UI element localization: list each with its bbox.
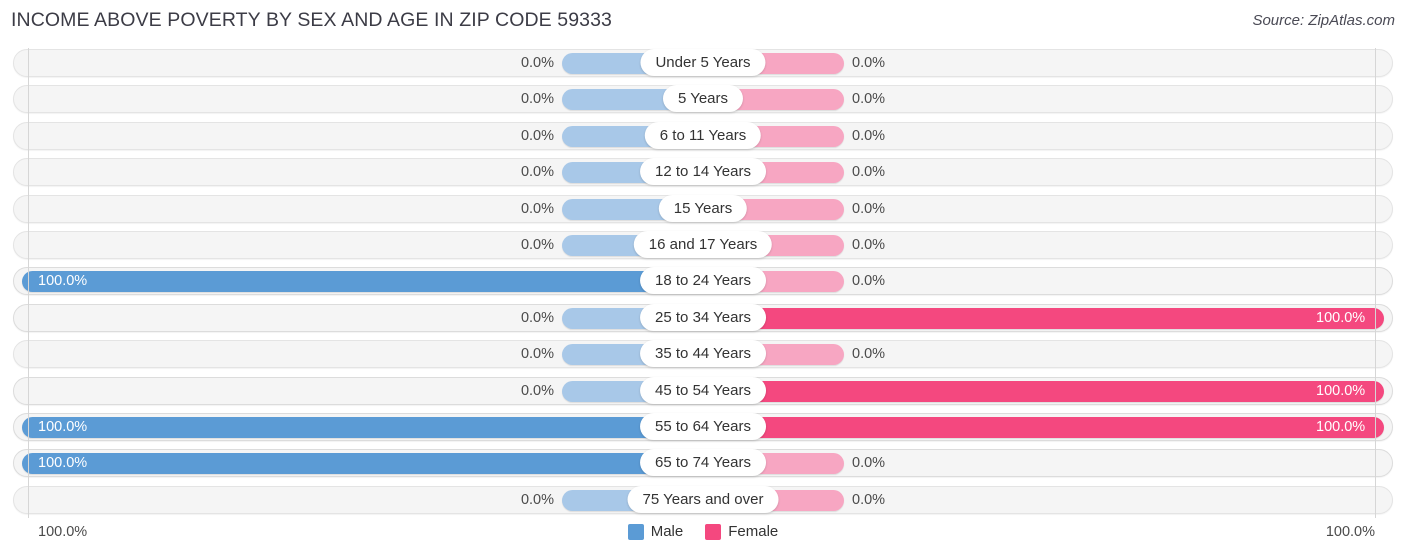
row-category-label: 45 to 54 Years: [640, 376, 766, 404]
female-color-swatch-icon: [705, 523, 722, 540]
female-bar[interactable]: [703, 416, 1384, 438]
chart-row: 100.0% 100.0% 55 to 64 Years: [0, 409, 1406, 445]
chart-row: 0.0% 0.0% 6 to 11 Years: [0, 118, 1406, 154]
female-value-label: 0.0%: [852, 91, 886, 108]
row-category-label: 5 Years: [662, 85, 744, 113]
row-category-label: 18 to 24 Years: [640, 267, 766, 295]
chart-row: 0.0% 0.0% 35 to 44 Years: [0, 336, 1406, 372]
male-value-label: 0.0%: [520, 127, 554, 144]
legend-label-female: Female: [728, 523, 779, 540]
chart-legend: Male Female: [0, 523, 1406, 540]
row-category-label: 65 to 74 Years: [640, 449, 766, 477]
male-bar[interactable]: [22, 271, 703, 293]
female-bar[interactable]: [703, 307, 1384, 329]
female-value-label: 0.0%: [852, 127, 886, 144]
male-value-label: 100.0%: [38, 273, 88, 290]
female-value-label: 0.0%: [852, 346, 886, 363]
row-category-label: 55 to 64 Years: [640, 412, 766, 440]
row-category-label: 25 to 34 Years: [640, 303, 766, 331]
row-category-label: 16 and 17 Years: [633, 230, 773, 258]
male-value-label: 0.0%: [520, 91, 554, 108]
chart-row: 0.0% 100.0% 25 to 34 Years: [0, 300, 1406, 336]
chart-row: 0.0% 0.0% 12 to 14 Years: [0, 154, 1406, 190]
legend-item-female[interactable]: Female: [705, 523, 778, 540]
chart-row: 0.0% 0.0% 5 Years: [0, 81, 1406, 117]
female-value-label: 0.0%: [852, 491, 886, 508]
male-value-label: 0.0%: [520, 200, 554, 217]
legend-label-male: Male: [650, 523, 684, 540]
chart-header: INCOME ABOVE POVERTY BY SEX AND AGE IN Z…: [0, 0, 1406, 42]
male-bar[interactable]: [22, 453, 703, 475]
row-category-label: 15 Years: [658, 194, 748, 222]
male-value-label: 0.0%: [520, 382, 554, 399]
male-value-label: 0.0%: [520, 346, 554, 363]
male-value-label: 0.0%: [520, 491, 554, 508]
male-color-swatch-icon: [627, 523, 644, 540]
male-value-label: 0.0%: [520, 55, 554, 71]
row-category-label: 12 to 14 Years: [640, 158, 766, 186]
female-value-label: 100.0%: [1316, 382, 1366, 399]
chart-row: 0.0% 0.0% 16 and 17 Years: [0, 227, 1406, 263]
row-category-label: Under 5 Years: [640, 49, 766, 76]
female-value-label: 0.0%: [852, 273, 886, 290]
female-value-label: 0.0%: [852, 200, 886, 217]
chart-row: 0.0% 0.0% 15 Years: [0, 191, 1406, 227]
chart-row: 0.0% 100.0% 45 to 54 Years: [0, 373, 1406, 409]
source-attribution: Source: ZipAtlas.com: [1252, 12, 1395, 29]
male-value-label: 100.0%: [38, 455, 88, 472]
male-value-label: 0.0%: [520, 164, 554, 181]
female-value-label: 0.0%: [852, 236, 886, 253]
female-value-label: 100.0%: [1316, 418, 1366, 435]
page-title: INCOME ABOVE POVERTY BY SEX AND AGE IN Z…: [11, 9, 613, 31]
female-value-label: 100.0%: [1316, 309, 1366, 326]
male-value-label: 0.0%: [520, 309, 554, 326]
legend-item-male[interactable]: Male: [627, 523, 684, 540]
female-bar[interactable]: [703, 380, 1384, 402]
female-value-label: 0.0%: [852, 164, 886, 181]
chart-footer: 100.0% 100.0% Male Female: [0, 520, 1406, 559]
row-category-label: 35 to 44 Years: [640, 340, 766, 368]
row-category-label: 75 Years and over: [627, 485, 779, 513]
female-value-label: 0.0%: [852, 455, 886, 472]
female-value-label: 0.0%: [852, 55, 886, 71]
chart-row: 0.0% 0.0% Under 5 Years: [0, 45, 1406, 81]
chart-rows: 0.0% 0.0% Under 5 Years 0.0% 0.0% 5 Years 0.0%…: [0, 45, 1406, 518]
male-value-label: 100.0%: [38, 418, 88, 435]
row-category-label: 6 to 11 Years: [644, 121, 762, 149]
male-bar[interactable]: [22, 416, 703, 438]
diverging-bar-chart: 0.0% 0.0% Under 5 Years 0.0% 0.0% 5 Years 0.0%…: [0, 45, 1406, 518]
chart-row: 100.0% 0.0% 65 to 74 Years: [0, 445, 1406, 481]
chart-row: 0.0% 0.0% 75 Years and over: [0, 482, 1406, 518]
male-value-label: 0.0%: [520, 236, 554, 253]
chart-row: 100.0% 0.0% 18 to 24 Years: [0, 263, 1406, 299]
